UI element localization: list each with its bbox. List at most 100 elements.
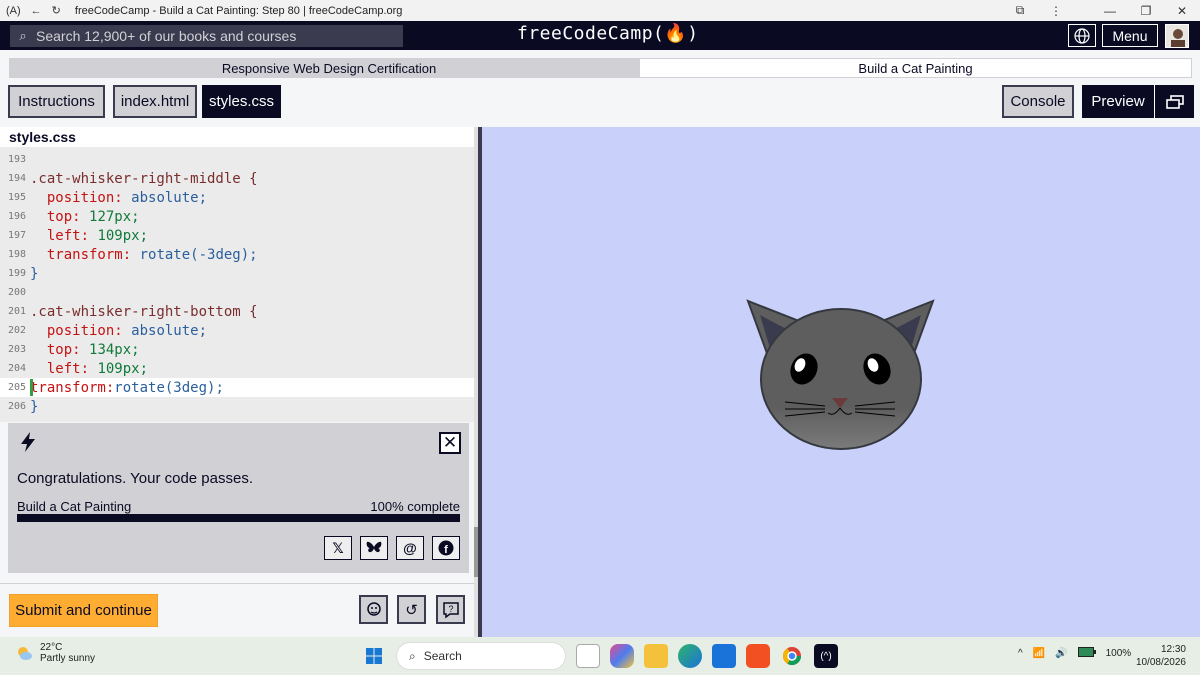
search-placeholder: Search 12,900+ of our books and courses	[36, 28, 297, 44]
menu-button[interactable]: Menu	[1102, 24, 1158, 47]
user-avatar[interactable]	[1165, 24, 1189, 48]
minimize-icon[interactable]: —	[1092, 4, 1128, 18]
progress-percent: 100% complete	[370, 499, 460, 514]
line-number: 203	[7, 344, 26, 355]
css-property: transform:	[30, 379, 115, 396]
system-clock[interactable]: 12:30 10/08/2026	[1136, 643, 1186, 669]
cat-painting	[746, 299, 935, 450]
line-number: 198	[7, 249, 26, 260]
code-line-current[interactable]: 205 transform:rotate(3deg);	[0, 378, 474, 397]
code-editor[interactable]: 193 194 .cat-whisker-right-middle { 195 p…	[0, 147, 474, 422]
language-globe-icon[interactable]	[1068, 24, 1096, 47]
facebook-glyph: f	[444, 544, 448, 556]
line-number: 196	[7, 211, 26, 222]
file-explorer-icon[interactable]	[644, 644, 668, 668]
share-facebook-icon[interactable]: f	[432, 536, 460, 560]
code-line: 204 left: 109px;	[0, 359, 474, 378]
battery-icon[interactable]	[1077, 647, 1096, 660]
css-value: rotate(-3deg);	[139, 246, 258, 263]
clock-date: 10/08/2026	[1135, 657, 1186, 668]
profile-badge[interactable]: (A)	[6, 5, 21, 17]
back-arrow-icon[interactable]: ←	[31, 5, 42, 17]
help-avatar-icon[interactable]	[359, 595, 388, 624]
share-x-icon[interactable]: 𝕏	[324, 536, 352, 560]
code-line: 196 top: 127px;	[0, 207, 474, 226]
success-panel: ✕ Congratulations. Your code passes. Bui…	[8, 423, 469, 573]
css-brace: }	[30, 398, 39, 415]
line-number: 195	[7, 192, 26, 203]
tab-index-html[interactable]: index.html	[113, 85, 197, 118]
fcc-app-icon[interactable]: (^)	[814, 644, 838, 668]
preview-pane	[482, 127, 1200, 637]
editor-panel: styles.css 193 194 .cat-whisker-right-mid…	[0, 127, 478, 637]
os-taskbar: 22°C Partly sunny ⌕ Search (^) ^ 📶 🔊 100…	[0, 637, 1200, 675]
css-value: 109px;	[97, 360, 149, 377]
line-number: 197	[7, 230, 26, 241]
css-value: rotate(3deg);	[114, 379, 224, 396]
line-number: 193	[7, 154, 26, 165]
weather-temp: 22°C	[40, 642, 63, 653]
css-value: 109px;	[97, 227, 149, 244]
line-number: 200	[7, 287, 26, 298]
submit-button[interactable]: Submit and continue	[9, 594, 158, 627]
close-icon[interactable]: ✕	[439, 432, 461, 454]
share-threads-icon[interactable]: @	[396, 536, 424, 560]
site-header: ⌕ Search 12,900+ of our books and course…	[0, 21, 1200, 50]
css-value: absolute;	[131, 322, 208, 339]
more-options-icon[interactable]: ⋮	[1038, 4, 1074, 18]
code-line: 203 top: 134px;	[0, 340, 474, 359]
search-input[interactable]: ⌕ Search 12,900+ of our books and course…	[10, 25, 403, 47]
text-cursor	[30, 379, 33, 396]
breadcrumb-certification[interactable]: Responsive Web Design Certification	[9, 58, 649, 78]
windows-start-icon[interactable]	[362, 644, 386, 668]
css-property: top:	[46, 208, 81, 225]
task-view-icon[interactable]	[576, 644, 600, 668]
edge-icon[interactable]	[678, 644, 702, 668]
line-number: 199	[7, 268, 26, 279]
share-bluesky-icon[interactable]	[360, 536, 388, 560]
close-window-icon[interactable]: ✕	[1164, 4, 1200, 18]
window-title: freeCodeCamp - Build a Cat Painting: Ste…	[74, 4, 403, 17]
preview-popout-icon[interactable]	[1154, 85, 1194, 118]
fcc-logo[interactable]: freeCodeCamp(🔥)	[517, 23, 699, 44]
volume-icon[interactable]: 🔊	[1055, 648, 1067, 659]
taskbar-search[interactable]: ⌕ Search	[396, 642, 566, 670]
tray-chevron-icon[interactable]: ^	[1018, 648, 1023, 659]
copilot-icon[interactable]	[610, 644, 634, 668]
cat-head	[760, 308, 922, 450]
wifi-icon[interactable]: 📶	[1033, 648, 1045, 659]
tab-styles-css[interactable]: styles.css	[202, 85, 281, 118]
preview-label: Preview	[1091, 93, 1145, 110]
ask-help-icon[interactable]: ?	[436, 595, 465, 624]
extensions-icon[interactable]: ⧉	[1002, 3, 1038, 18]
preview-button[interactable]: Preview	[1082, 85, 1194, 118]
svg-text:?: ?	[448, 604, 453, 614]
code-line: 199}	[0, 264, 474, 283]
breadcrumb: Responsive Web Design Certification Buil…	[0, 50, 1200, 85]
store-icon[interactable]	[712, 644, 736, 668]
taskbar-search-label: Search	[423, 649, 462, 663]
line-number: 206	[7, 401, 26, 412]
console-button[interactable]: Console	[1002, 85, 1074, 118]
chrome-icon[interactable]	[780, 644, 804, 668]
css-property: top:	[46, 341, 81, 358]
file-label: styles.css	[0, 127, 478, 147]
code-line: 200	[0, 283, 474, 302]
css-selector: .cat-whisker-right-bottom {	[30, 303, 258, 320]
weather-widget[interactable]: 22°C Partly sunny	[14, 642, 95, 664]
css-value: absolute;	[131, 189, 208, 206]
reload-icon[interactable]: ↻	[52, 4, 61, 17]
css-value: 127px;	[89, 208, 140, 225]
code-line: 206}	[0, 397, 474, 416]
line-number: 204	[7, 363, 26, 374]
code-line: 201 .cat-whisker-right-bottom {	[0, 302, 474, 321]
css-selector: .cat-whisker-right-middle {	[30, 170, 258, 187]
reset-icon[interactable]: ↺	[397, 595, 426, 624]
brave-icon[interactable]	[746, 644, 770, 668]
line-number: 205	[7, 382, 26, 393]
restore-icon[interactable]: ❐	[1128, 4, 1164, 18]
progress-bar-fill	[18, 515, 459, 521]
breadcrumb-project[interactable]: Build a Cat Painting	[640, 58, 1192, 78]
tab-instructions[interactable]: Instructions	[8, 85, 105, 118]
css-property: left:	[46, 360, 90, 377]
